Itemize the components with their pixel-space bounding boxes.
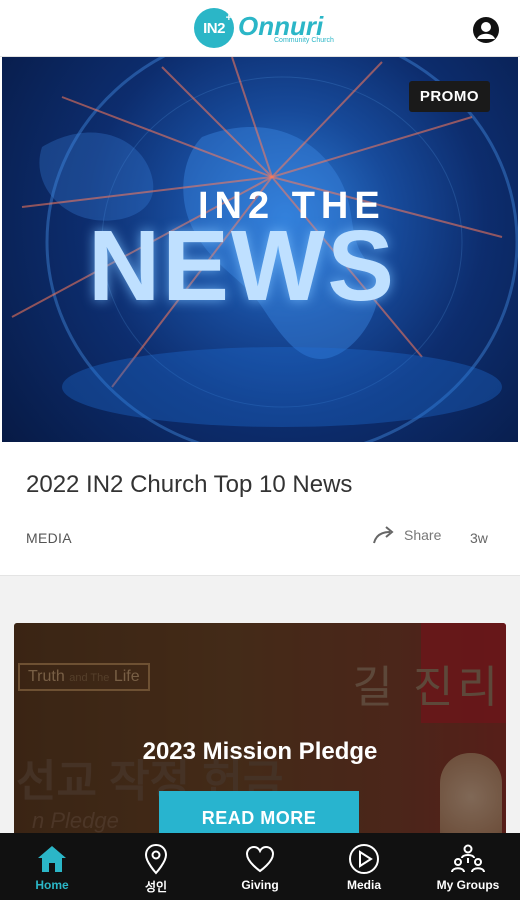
nav-item-location[interactable]: 성인 bbox=[104, 833, 208, 900]
nav-label-media: Media bbox=[346, 878, 381, 892]
news-card[interactable]: PROMO IN2 THE NEWS 2022 IN2 Church Top 1… bbox=[0, 57, 520, 576]
logo-plus: + bbox=[225, 12, 232, 24]
news-card-title[interactable]: 2022 IN2 Church Top 10 News bbox=[26, 471, 352, 499]
news-hero-image[interactable]: PROMO IN2 THE NEWS bbox=[2, 57, 518, 442]
nav-item-giving[interactable]: Giving bbox=[208, 833, 312, 900]
app-header: IN2 + Onnuri Community Church bbox=[0, 0, 520, 57]
share-label: Share bbox=[404, 527, 442, 543]
share-button[interactable]: Share bbox=[372, 525, 441, 545]
mission-card-title: 2023 Mission Pledge bbox=[142, 738, 378, 765]
nav-item-my-groups[interactable]: My Groups bbox=[416, 833, 520, 900]
hero-title-line2: NEWS bbox=[88, 210, 396, 322]
bottom-nav-bar: Home 성인 Giving Media My Groups bbox=[0, 833, 520, 900]
news-card-category: MEDIA bbox=[26, 530, 72, 546]
mission-pledge-card[interactable]: Truth and The Life 길 진리 선교 작정 헌금 n Pledg… bbox=[14, 623, 506, 853]
logo-name: Onnuri bbox=[238, 10, 324, 41]
home-icon bbox=[38, 846, 66, 872]
logo-badge-text: IN2 bbox=[203, 19, 225, 37]
app-screen: IN2 + Onnuri Community Church PROMO IN2 … bbox=[0, 0, 520, 900]
user-avatar-icon bbox=[473, 17, 499, 43]
logo-wordmark: Onnuri Community Church bbox=[238, 13, 334, 44]
heart-icon bbox=[245, 845, 275, 873]
nav-label-home: Home bbox=[35, 878, 69, 892]
nav-item-media[interactable]: Media bbox=[312, 833, 416, 900]
promo-badge: PROMO bbox=[408, 81, 490, 112]
profile-button[interactable] bbox=[472, 16, 500, 44]
nav-label-my-groups: My Groups bbox=[436, 878, 500, 892]
share-arrow-icon bbox=[373, 526, 394, 544]
in2-logo-badge: IN2 + bbox=[194, 8, 234, 48]
play-circle-icon bbox=[349, 844, 379, 874]
nav-label-location: 성인 bbox=[144, 880, 168, 894]
post-age: 3w bbox=[470, 530, 488, 546]
onnuri-logo[interactable]: IN2 + Onnuri Community Church bbox=[194, 8, 334, 48]
nav-item-home[interactable]: Home bbox=[0, 833, 104, 900]
nav-label-giving: Giving bbox=[241, 878, 279, 892]
location-pin-icon bbox=[144, 843, 168, 875]
logo-subtitle: Community Church bbox=[274, 36, 334, 44]
groups-icon bbox=[451, 844, 485, 873]
